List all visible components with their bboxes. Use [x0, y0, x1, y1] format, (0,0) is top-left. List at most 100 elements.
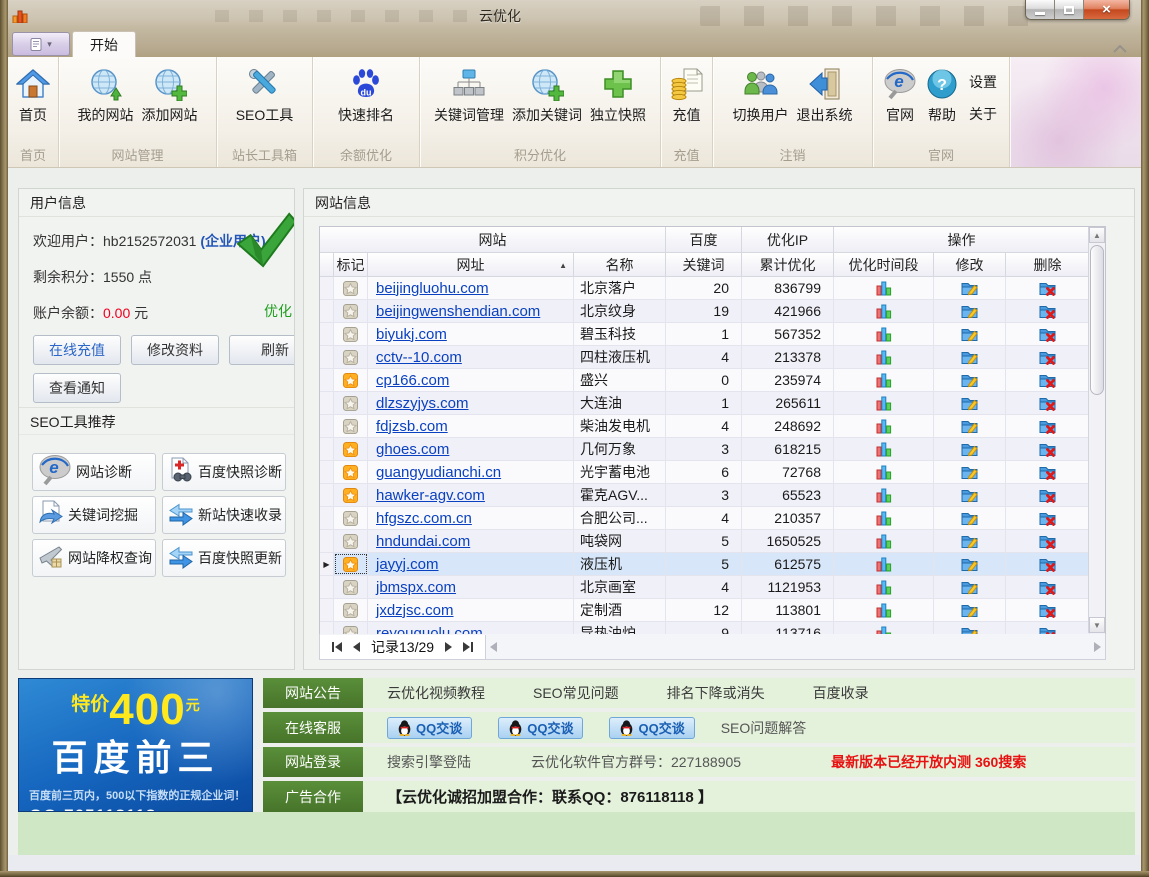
- seo-tool-button[interactable]: 百度快照更新: [162, 539, 286, 577]
- table-row[interactable]: jxdzjsc.com定制酒12113801: [320, 599, 1105, 622]
- website-link[interactable]: ghoes.com: [368, 441, 449, 458]
- star-cell[interactable]: [334, 369, 368, 391]
- edit-button[interactable]: [934, 300, 1006, 322]
- edit-button[interactable]: [934, 507, 1006, 529]
- edit-button[interactable]: [934, 369, 1006, 391]
- ribbon-button[interactable]: ?帮助: [921, 62, 963, 128]
- star-cell[interactable]: [334, 323, 368, 345]
- delete-button[interactable]: [1006, 576, 1090, 598]
- column-header[interactable]: 名称: [574, 253, 666, 277]
- horizontal-scrollbar[interactable]: [486, 642, 1105, 652]
- edit-button[interactable]: [934, 277, 1006, 299]
- delete-button[interactable]: [1006, 438, 1090, 460]
- maximize-button[interactable]: [1055, 0, 1084, 19]
- vertical-scrollbar[interactable]: ▲▼: [1088, 227, 1105, 633]
- scrollbar-thumb[interactable]: [1090, 245, 1104, 395]
- website-link[interactable]: fdjzsb.com: [368, 418, 448, 435]
- column-header[interactable]: 删除: [1006, 253, 1090, 277]
- previous-record-button[interactable]: [353, 642, 360, 652]
- website-link[interactable]: jxdzjsc.com: [368, 602, 454, 619]
- optimize-time-chart-button[interactable]: [834, 323, 934, 345]
- delete-button[interactable]: [1006, 461, 1090, 483]
- ribbon-button[interactable]: du快速排名: [334, 62, 398, 128]
- optimize-time-chart-button[interactable]: [834, 576, 934, 598]
- star-cell[interactable]: [334, 576, 368, 598]
- optimize-time-chart-button[interactable]: [834, 346, 934, 368]
- website-link[interactable]: jayyj.com: [368, 556, 439, 573]
- scroll-left-icon[interactable]: [490, 642, 497, 652]
- table-row[interactable]: biyukj.com碧玉科技1567352: [320, 323, 1105, 346]
- optimize-time-chart-button[interactable]: [834, 392, 934, 414]
- edit-profile-button[interactable]: 修改资料: [131, 335, 219, 365]
- optimize-time-chart-button[interactable]: [834, 369, 934, 391]
- seo-tool-button[interactable]: 网站降权查询: [32, 539, 156, 577]
- footer-link[interactable]: SEO常见问题: [533, 683, 619, 703]
- optimize-time-chart-button[interactable]: [834, 507, 934, 529]
- optimize-time-chart-button[interactable]: [834, 461, 934, 483]
- table-row[interactable]: jbmspx.com北京画室41121953: [320, 576, 1105, 599]
- ribbon-small-button[interactable]: 关于: [969, 104, 997, 124]
- optimize-time-chart-button[interactable]: [834, 484, 934, 506]
- star-cell[interactable]: [334, 507, 368, 529]
- promo-banner[interactable]: 特价400元 百度前三 百度前三页内，500以下指数的正规企业词！ QQ:765…: [18, 678, 253, 812]
- ribbon-button[interactable]: 我的网站: [74, 62, 138, 128]
- close-button[interactable]: ×: [1084, 0, 1129, 19]
- edit-button[interactable]: [934, 438, 1006, 460]
- scroll-up-icon[interactable]: ▲: [1089, 227, 1105, 243]
- qq-chat-button[interactable]: QQ交谈: [387, 717, 472, 739]
- delete-button[interactable]: [1006, 369, 1090, 391]
- footer-link[interactable]: 排名下降或消失: [667, 683, 765, 703]
- website-link[interactable]: hndundai.com: [368, 533, 470, 550]
- edit-button[interactable]: [934, 530, 1006, 552]
- star-cell[interactable]: [334, 300, 368, 322]
- app-menu-button[interactable]: ▾: [12, 32, 70, 56]
- ribbon-button[interactable]: 独立快照: [586, 62, 650, 128]
- delete-button[interactable]: [1006, 323, 1090, 345]
- edit-button[interactable]: [934, 599, 1006, 621]
- view-notices-button[interactable]: 查看通知: [33, 373, 121, 403]
- delete-button[interactable]: [1006, 300, 1090, 322]
- last-record-button[interactable]: [463, 642, 473, 652]
- footer-link[interactable]: 百度收录: [813, 683, 869, 703]
- ribbon-button[interactable]: 充值: [666, 62, 708, 128]
- website-link[interactable]: beijingluohu.com: [368, 280, 489, 297]
- column-header[interactable]: 标记: [334, 253, 368, 277]
- edit-button[interactable]: [934, 392, 1006, 414]
- first-record-button[interactable]: [332, 642, 342, 652]
- star-cell[interactable]: [334, 392, 368, 414]
- table-row[interactable]: beijingwenshendian.com北京纹身19421966: [320, 300, 1105, 323]
- qq-chat-button[interactable]: QQ交谈: [609, 717, 694, 739]
- website-link[interactable]: dlzszyjys.com: [368, 395, 469, 412]
- ribbon-button[interactable]: 关键词管理: [430, 62, 508, 128]
- column-header[interactable]: 关键词: [666, 253, 742, 277]
- column-header[interactable]: 网址▲: [368, 253, 574, 277]
- scroll-down-icon[interactable]: ▼: [1089, 617, 1105, 633]
- edit-button[interactable]: [934, 415, 1006, 437]
- table-row[interactable]: ghoes.com几何万象3618215: [320, 438, 1105, 461]
- website-link[interactable]: cp166.com: [368, 372, 449, 389]
- website-link[interactable]: jbmspx.com: [368, 579, 456, 596]
- optimize-time-chart-button[interactable]: [834, 277, 934, 299]
- edit-button[interactable]: [934, 484, 1006, 506]
- tab-start[interactable]: 开始: [72, 31, 136, 57]
- ribbon-button[interactable]: 退出系统: [793, 62, 857, 128]
- star-cell[interactable]: [334, 438, 368, 460]
- delete-button[interactable]: [1006, 277, 1090, 299]
- website-link[interactable]: beijingwenshendian.com: [368, 303, 540, 320]
- table-row[interactable]: cctv--10.com四柱液压机4213378: [320, 346, 1105, 369]
- table-row[interactable]: hndundai.com吨袋网51650525: [320, 530, 1105, 553]
- table-row[interactable]: beijingluohu.com北京落户20836799: [320, 277, 1105, 300]
- optimize-time-chart-button[interactable]: [834, 553, 934, 575]
- delete-button[interactable]: [1006, 415, 1090, 437]
- seo-tool-button[interactable]: 百度快照诊断: [162, 453, 286, 491]
- table-row[interactable]: hawker-agv.com霍克AGV...365523: [320, 484, 1105, 507]
- seo-tool-button[interactable]: 关键词挖掘: [32, 496, 156, 534]
- delete-button[interactable]: [1006, 346, 1090, 368]
- star-cell[interactable]: [334, 599, 368, 621]
- star-cell[interactable]: [334, 415, 368, 437]
- column-header[interactable]: 累计优化: [742, 253, 834, 277]
- website-link[interactable]: biyukj.com: [368, 326, 447, 343]
- website-link[interactable]: hawker-agv.com: [368, 487, 485, 504]
- star-cell[interactable]: [334, 346, 368, 368]
- delete-button[interactable]: [1006, 599, 1090, 621]
